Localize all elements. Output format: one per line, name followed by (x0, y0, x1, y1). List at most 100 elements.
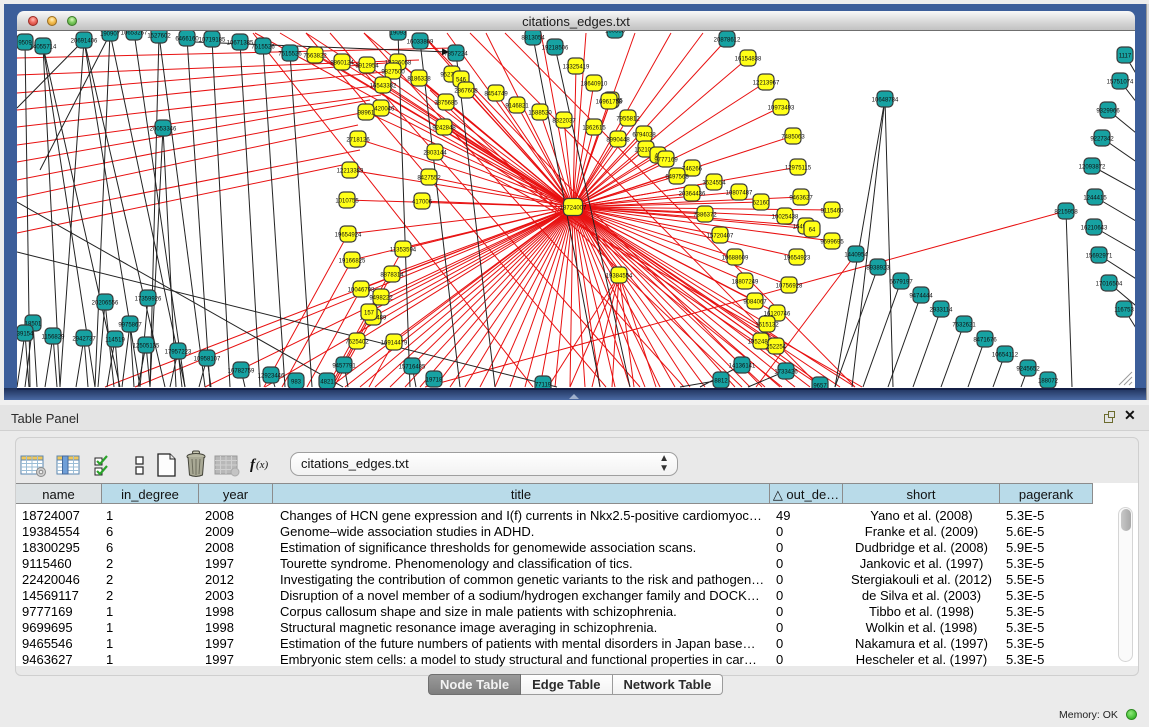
svg-text:20878612: 20878612 (714, 38, 741, 44)
svg-text:19654924: 19654924 (335, 233, 362, 239)
svg-text:3875685: 3875685 (434, 101, 458, 107)
svg-text:15720407: 15720407 (707, 234, 734, 240)
svg-text:2867608: 2867608 (454, 89, 478, 95)
svg-text:1244415: 1244415 (1083, 196, 1107, 202)
svg-text:20364436: 20364436 (679, 192, 706, 198)
svg-text:12505135: 12505135 (133, 344, 160, 350)
svg-text:3624554: 3624554 (702, 181, 726, 187)
svg-text:12093872: 12093872 (1079, 165, 1106, 171)
svg-text:10653267: 10653267 (121, 31, 148, 37)
svg-text:9329966: 9329966 (1096, 109, 1120, 115)
svg-text:1362615: 1362615 (582, 126, 606, 132)
svg-text:98961: 98961 (358, 111, 375, 117)
svg-text:4821: 4821 (320, 380, 334, 386)
svg-text:39154: 39154 (17, 332, 34, 338)
svg-text:9084067: 9084067 (743, 300, 767, 306)
svg-text:20206556: 20206556 (92, 301, 119, 307)
svg-text:10025438: 10025438 (772, 215, 799, 221)
svg-text:7632621: 7632621 (952, 323, 976, 329)
svg-text:18640910: 18640910 (581, 82, 608, 88)
svg-text:190907: 190907 (100, 32, 121, 38)
svg-text:1010755: 1010755 (335, 199, 359, 205)
svg-text:8427552: 8427552 (417, 176, 441, 182)
svg-text:9699695: 9699695 (820, 240, 844, 246)
svg-text:17957223: 17957223 (165, 350, 192, 356)
svg-text:9245652: 9245652 (1016, 367, 1040, 373)
svg-text:8813054: 8813054 (521, 36, 545, 42)
svg-text:2803144: 2803144 (423, 151, 447, 157)
svg-text:64: 64 (809, 228, 816, 234)
svg-text:1156829: 1156829 (42, 335, 66, 341)
svg-text:14055714: 14055714 (30, 45, 57, 51)
svg-text:9498222: 9498222 (369, 296, 393, 302)
svg-text:18724007: 18724007 (560, 206, 587, 212)
svg-text:10756928: 10756928 (776, 284, 803, 290)
svg-text:8322037: 8322037 (552, 119, 576, 125)
svg-text:10671385: 10671385 (227, 41, 254, 47)
svg-text:10654112: 10654112 (992, 353, 1019, 359)
svg-text:8938923: 8938923 (866, 266, 890, 272)
svg-text:8454749: 8454749 (484, 92, 508, 98)
svg-text:15751074: 15751074 (1107, 80, 1134, 86)
svg-text:16914479: 16914479 (381, 341, 408, 347)
svg-text:17359926: 17359926 (135, 297, 162, 303)
svg-text:7386372: 7386372 (693, 213, 717, 219)
svg-text:8878314: 8878314 (380, 273, 404, 279)
svg-text:13325419: 13325419 (563, 65, 590, 71)
svg-text:19093: 19093 (390, 31, 407, 37)
svg-text:1440954: 1440954 (844, 253, 868, 259)
svg-text:160338: 160338 (605, 31, 626, 35)
svg-text:7857224: 7857224 (444, 52, 468, 58)
svg-text:7955812: 7955812 (616, 117, 640, 123)
svg-text:9463627: 9463627 (789, 196, 813, 202)
svg-text:16961758: 16961758 (596, 100, 623, 106)
svg-text:8186328: 8186328 (407, 77, 431, 83)
svg-text:9115460: 9115460 (821, 209, 845, 215)
svg-text:19384554: 19384554 (606, 274, 633, 280)
svg-text:9242848: 9242848 (432, 126, 456, 132)
svg-text:10958107: 10958107 (194, 357, 221, 363)
svg-text:14136141: 14136141 (729, 364, 756, 370)
svg-text:8471676: 8471676 (973, 338, 997, 344)
svg-text:1615132: 1615132 (755, 323, 779, 329)
svg-text:6466160: 6466160 (175, 37, 199, 43)
svg-text:116753: 116753 (1114, 308, 1134, 314)
svg-text:12975115: 12975115 (785, 166, 812, 172)
svg-text:7625402: 7625402 (345, 340, 369, 346)
svg-text:10648784: 10648784 (872, 98, 899, 104)
svg-text:12213389: 12213389 (337, 169, 364, 175)
svg-text:2942737: 2942737 (72, 337, 96, 343)
svg-text:20053346: 20053346 (150, 127, 177, 133)
svg-text:1527602: 1527602 (147, 34, 171, 40)
svg-text:16543382: 16543382 (370, 84, 397, 90)
svg-text:9827500: 9827500 (381, 70, 405, 76)
svg-text:16033809: 16033809 (407, 40, 434, 46)
svg-text:9227342: 9227342 (1090, 137, 1114, 143)
svg-text:9975867: 9975867 (118, 323, 142, 329)
svg-text:16782759: 16782759 (228, 369, 255, 375)
svg-text:19166825: 19166825 (339, 259, 366, 265)
svg-text:8912954: 8912954 (355, 64, 379, 70)
svg-text:8860124: 8860124 (330, 61, 354, 67)
svg-text:983: 983 (291, 380, 302, 386)
svg-text:18807249: 18807249 (732, 280, 759, 286)
svg-text:16154838: 16154838 (735, 57, 762, 63)
svg-text:62160: 62160 (753, 201, 770, 207)
svg-text:6497568: 6497568 (665, 175, 689, 181)
svg-text:10807487: 10807487 (726, 191, 753, 197)
svg-text:(x): (x) (256, 459, 269, 471)
svg-text:9457791: 9457791 (332, 364, 356, 370)
svg-text:7663822: 7663822 (303, 54, 327, 60)
svg-text:17016504: 17016504 (1096, 282, 1123, 288)
svg-text:1117: 1117 (1119, 54, 1132, 60)
svg-text:10719185: 10719185 (199, 38, 226, 44)
svg-text:19218506: 19218506 (542, 46, 569, 52)
svg-text:7485063: 7485063 (781, 135, 805, 141)
svg-text:188072: 188072 (1038, 379, 1059, 385)
svg-text:6679197: 6679197 (889, 280, 913, 286)
svg-text:9146821: 9146821 (505, 104, 529, 110)
svg-text:19718: 19718 (426, 378, 443, 384)
svg-text:6794028: 6794028 (632, 133, 656, 139)
svg-text:16210643: 16210643 (1081, 226, 1108, 232)
svg-text:9777169: 9777169 (654, 158, 678, 164)
